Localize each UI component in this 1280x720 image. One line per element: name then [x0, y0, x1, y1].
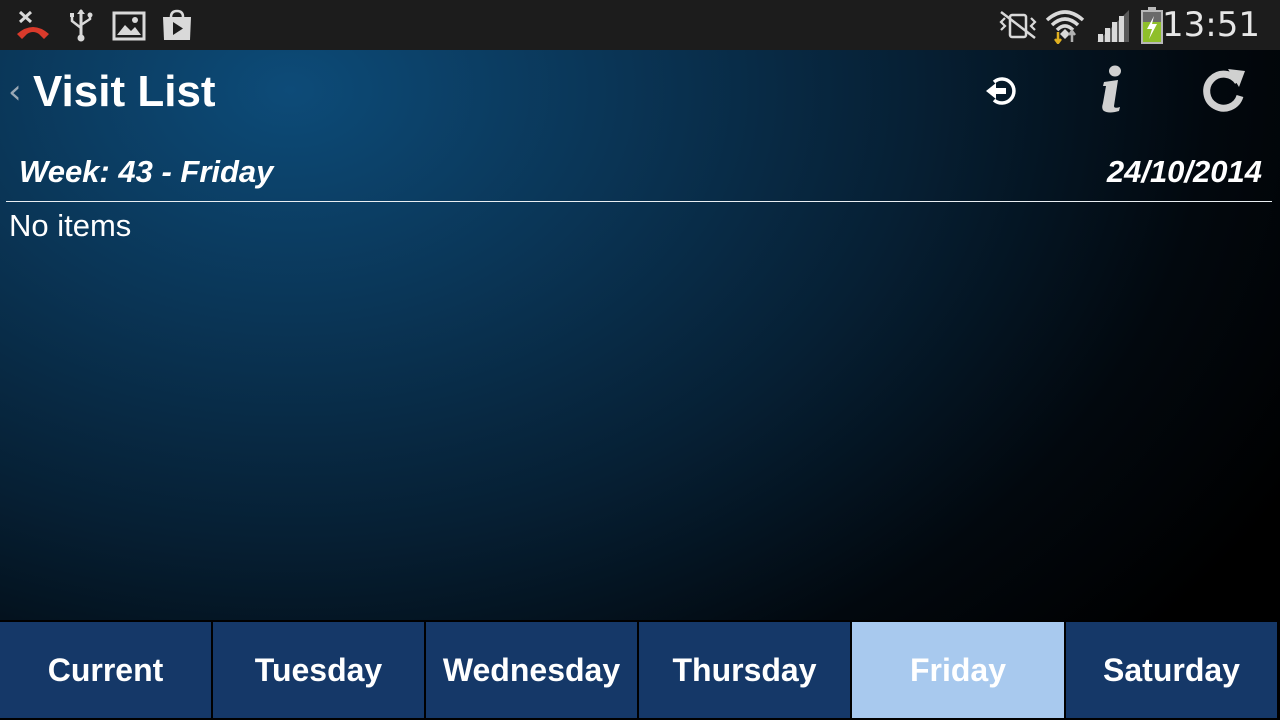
tab-thursday[interactable]: Thursday [639, 622, 850, 718]
back-chevron-icon[interactable]: ‹ [8, 72, 22, 112]
vibrate-icon [999, 11, 1037, 39]
tab-label: Tuesday [254, 651, 383, 688]
divider [6, 201, 1272, 202]
week-label: Week: 43 - Friday [19, 154, 274, 189]
info-icon[interactable] [1095, 64, 1129, 116]
gallery-icon [112, 11, 146, 41]
main-area: ‹ Visit List Week: 43 - Friday 24/10/201… [0, 50, 1280, 620]
logout-icon[interactable] [982, 74, 1016, 108]
phone-screen: 13:51 ‹ Visit List Week: 43 - Friday 24/… [0, 0, 1280, 720]
usb-icon [70, 9, 93, 42]
tab-tuesday[interactable]: Tuesday [213, 622, 424, 718]
tab-label: Current [47, 651, 164, 688]
missed-call-icon [17, 10, 49, 39]
wifi-icon [1045, 10, 1085, 44]
tab-friday[interactable]: Friday [852, 622, 1064, 718]
tab-label: Saturday [1103, 651, 1240, 688]
tab-saturday[interactable]: Saturday [1066, 622, 1277, 718]
status-bar: 13:51 [0, 0, 1280, 50]
empty-list-text: No items [9, 208, 132, 243]
day-tab-bar: Current Tuesday Wednesday Thursday Frida… [0, 620, 1280, 720]
status-time: 13:51 [1162, 5, 1260, 45]
page-title: Visit List [33, 67, 216, 116]
tab-label: Friday [909, 651, 1007, 688]
tab-label: Thursday [672, 651, 817, 688]
battery-charging-icon [1141, 7, 1163, 44]
signal-icon [1097, 10, 1129, 42]
tab-label: Wednesday [442, 651, 621, 688]
tab-wednesday[interactable]: Wednesday [426, 622, 637, 718]
play-store-icon [163, 9, 191, 40]
refresh-icon[interactable] [1199, 66, 1249, 116]
date-label: 24/10/2014 [1106, 154, 1262, 189]
tab-current[interactable]: Current [0, 622, 211, 718]
